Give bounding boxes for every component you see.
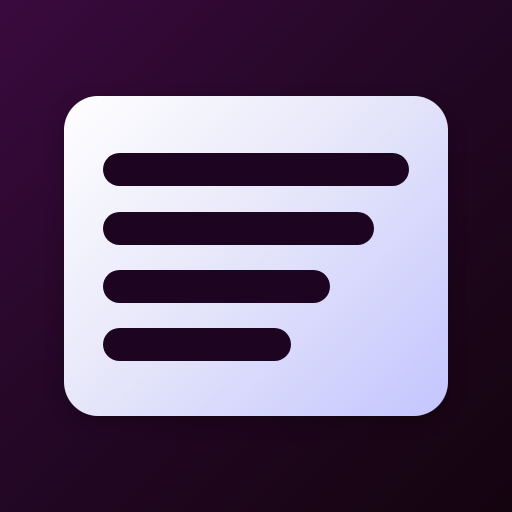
text-line-2 xyxy=(103,212,374,245)
app-icon-background xyxy=(0,0,512,512)
text-line-1 xyxy=(103,153,409,186)
text-lines-icon xyxy=(64,96,448,416)
text-line-4 xyxy=(103,328,291,361)
text-line-3 xyxy=(103,270,330,303)
